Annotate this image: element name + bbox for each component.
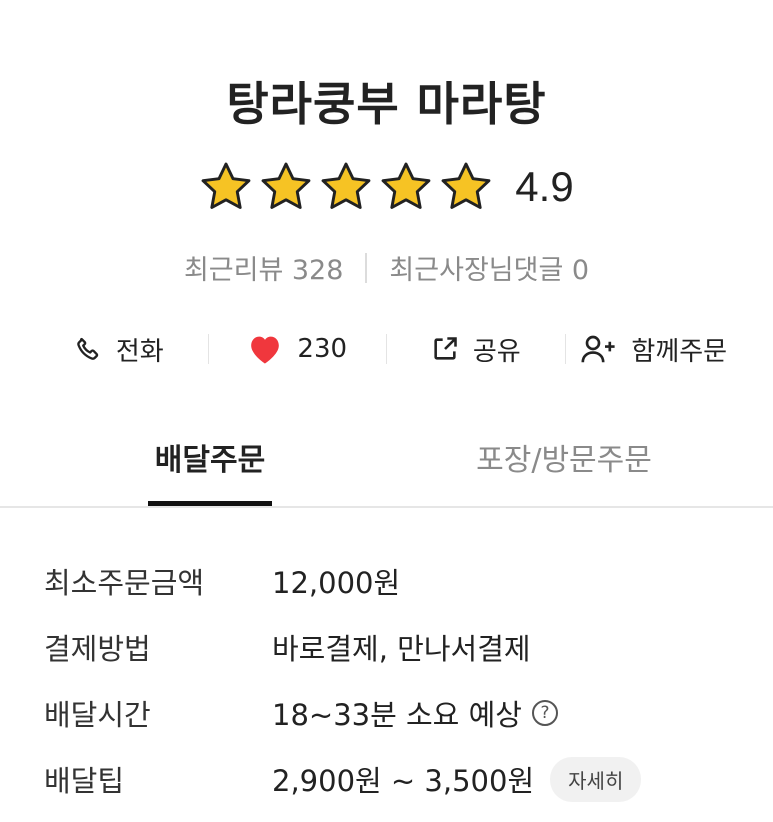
- heart-icon: [247, 333, 283, 365]
- phone-icon: [74, 335, 102, 363]
- owner-replies-link[interactable]: 최근사장님댓글 0: [389, 248, 589, 287]
- call-button[interactable]: 전화: [30, 331, 208, 368]
- star-rating: [199, 160, 493, 214]
- share-icon: [431, 335, 459, 363]
- group-order-label: 함께주문: [631, 336, 728, 367]
- detail-button[interactable]: 자세히: [550, 756, 642, 802]
- star-icon: [261, 162, 311, 209]
- like-button[interactable]: 230: [209, 333, 387, 365]
- tab-pickup[interactable]: 포장/방문주문: [462, 435, 666, 508]
- info-row-payment: 결제방법 바로결제, 만나서결제: [44, 614, 744, 680]
- call-label: 전화: [115, 336, 164, 367]
- review-summary: 최근리뷰 328 최근사장님댓글 0: [0, 248, 773, 287]
- info-row-min-order: 최소주문금액 12,000원: [44, 548, 744, 614]
- share-label: 공유: [472, 336, 521, 367]
- add-user-icon: [581, 334, 617, 364]
- payment-value: 바로결제, 만나서결제: [272, 632, 531, 666]
- group-order-button[interactable]: 함께주문: [566, 331, 744, 368]
- rating-value: 4.9: [515, 163, 574, 210]
- like-count: 230: [297, 334, 348, 364]
- star-icon: [201, 162, 251, 209]
- action-bar: 전화 230 공유 함께주문: [30, 328, 743, 370]
- delivery-tip-label: 배달팁: [44, 764, 125, 798]
- tab-divider: [0, 506, 773, 508]
- payment-label: 결제방법: [44, 632, 151, 666]
- info-row-delivery-tip: 배달팁 2,900원 ~ 3,500원 자세히: [44, 746, 744, 812]
- min-order-value: 12,000원: [272, 566, 401, 600]
- store-name: 탕라쿵부 마라탕: [226, 77, 547, 131]
- star-icon: [321, 162, 371, 209]
- recent-reviews-link[interactable]: 최근리뷰 328: [184, 248, 343, 287]
- delivery-time-value-wrap: 18~33분 소요 예상 ?: [272, 692, 558, 734]
- star-icon: [381, 162, 431, 209]
- delivery-tip-value: 2,900원 ~ 3,500원: [272, 764, 535, 798]
- delivery-tip-value-wrap: 2,900원 ~ 3,500원 자세히: [272, 756, 642, 802]
- tab-delivery-label: 배달주문: [154, 443, 266, 478]
- share-button[interactable]: 공유: [387, 331, 565, 368]
- help-icon[interactable]: ?: [531, 700, 558, 726]
- tab-pickup-label: 포장/방문주문: [476, 443, 652, 478]
- order-type-tabs: 배달주문 포장/방문주문: [0, 435, 773, 508]
- tab-delivery[interactable]: 배달주문: [148, 435, 272, 508]
- delivery-info: 최소주문금액 12,000원 결제방법 바로결제, 만나서결제 배달시간 18~…: [44, 548, 744, 812]
- divider: [365, 252, 368, 283]
- min-order-label: 최소주문금액: [44, 566, 205, 600]
- info-row-delivery-time: 배달시간 18~33분 소요 예상 ?: [44, 680, 744, 746]
- rating-row: 4.9: [0, 160, 773, 214]
- star-icon: [441, 162, 491, 209]
- delivery-time-value: 18~33분 소요 예상: [272, 698, 522, 732]
- delivery-time-label: 배달시간: [44, 698, 151, 732]
